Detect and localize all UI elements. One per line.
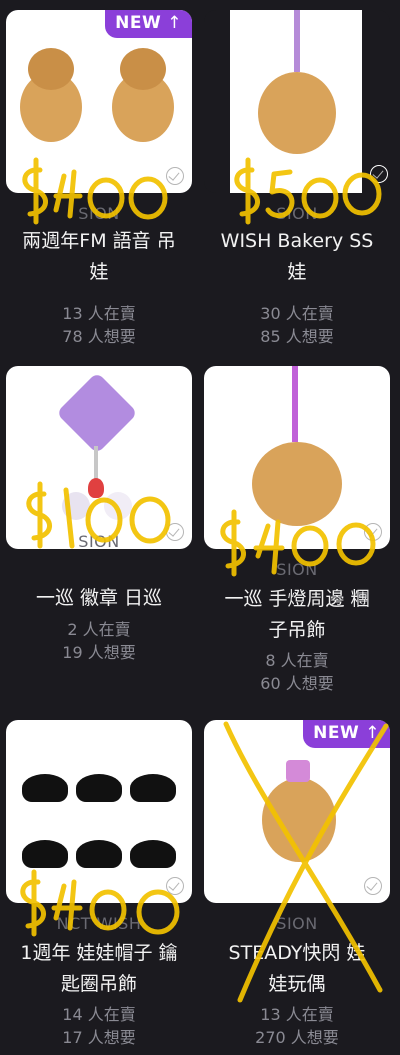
button-pin-image <box>62 492 90 520</box>
product-card[interactable]: NCT WISH 1週年 娃娃帽子 鑰 匙圈吊飾 14 人在賣 17 人想要 <box>6 720 192 1050</box>
wanted-count: 85 人想要 <box>260 327 334 346</box>
check-circle-icon[interactable] <box>166 167 184 185</box>
product-card[interactable]: SION WISH Bakery SS 娃 30 人在賣 85 人想要 <box>204 10 390 350</box>
product-title-line-1: STEADY快閃 娃 <box>228 942 366 964</box>
product-card[interactable]: SION 一巡 手燈周邊 糰 子吊飾 8 人在賣 60 人想要 <box>204 366 390 696</box>
plush-image <box>262 778 336 862</box>
product-card[interactable]: SION 一巡 徽章 日巡 2 人在賣 19 人想要 <box>6 366 192 676</box>
plush-image <box>120 48 166 90</box>
group-name: SION <box>276 914 318 933</box>
product-image[interactable] <box>6 720 192 903</box>
wanted-count: 270 人想要 <box>255 1028 339 1047</box>
group-name: SION <box>276 560 318 579</box>
check-circle-icon[interactable] <box>370 165 388 183</box>
product-title-line-2: 娃 <box>287 261 307 283</box>
product-title-line-1: 兩週年FM 語音 吊 <box>22 230 176 252</box>
wanted-count: 19 人想要 <box>62 643 136 662</box>
product-title-line-2: 子吊飾 <box>268 619 326 641</box>
product-image[interactable] <box>6 366 192 549</box>
plush-image <box>28 48 74 90</box>
strap-image <box>294 10 300 72</box>
flower-image <box>88 478 104 498</box>
strap-image <box>292 366 298 442</box>
hat-image <box>22 774 68 802</box>
plush-image <box>258 72 336 154</box>
product-title-line-2: 匙圈吊飾 <box>60 973 137 995</box>
product-title-line-1: 一巡 手燈周邊 糰 <box>224 588 370 610</box>
group-name: SION <box>78 204 120 223</box>
product-image[interactable] <box>204 366 390 549</box>
product-image[interactable] <box>204 10 390 193</box>
product-title-line-1: 一巡 徽章 日巡 <box>35 587 163 609</box>
wanted-count: 78 人想要 <box>62 327 136 346</box>
product-title-line-2: 娃玩偶 <box>268 973 326 995</box>
check-circle-icon[interactable] <box>364 523 382 541</box>
check-circle-icon[interactable] <box>166 877 184 895</box>
group-name: SION <box>276 204 318 223</box>
new-badge: NEW ↑ <box>303 720 390 748</box>
product-image[interactable]: NEW ↑ <box>204 720 390 903</box>
button-pin-image <box>104 492 132 520</box>
product-card[interactable]: NEW ↑ SION STEADY快閃 娃 娃玩偶 13 人在賣 270 人想要 <box>204 720 390 1050</box>
sellers-count: 30 人在賣 <box>260 304 334 323</box>
product-title-line-1: 1週年 娃娃帽子 鑰 <box>20 942 178 964</box>
hat-image <box>130 774 176 802</box>
crown-image <box>286 760 310 782</box>
sellers-count: 2 人在賣 <box>67 620 131 639</box>
product-image[interactable]: NEW ↑ <box>6 10 192 193</box>
badge-image <box>55 371 139 455</box>
sellers-count: 14 人在賣 <box>62 1005 136 1024</box>
wanted-count: 60 人想要 <box>260 674 334 693</box>
sellers-count: 13 人在賣 <box>62 304 136 323</box>
plush-image <box>252 442 342 526</box>
product-title-line-2: 娃 <box>89 261 109 283</box>
hat-image <box>76 774 122 802</box>
hat-image <box>76 840 122 868</box>
chain-image <box>94 446 98 482</box>
product-title-line-1: WISH Bakery SS <box>220 230 374 252</box>
hat-image <box>130 840 176 868</box>
check-circle-icon[interactable] <box>364 877 382 895</box>
sellers-count: 8 人在賣 <box>265 651 329 670</box>
hat-image <box>22 840 68 868</box>
group-name: SION <box>78 532 120 551</box>
new-badge: NEW ↑ <box>105 10 192 38</box>
product-card[interactable]: NEW ↑ SION 兩週年FM 語音 吊 娃 13 人在賣 78 人想要 <box>6 10 192 350</box>
sellers-count: 13 人在賣 <box>260 1005 334 1024</box>
group-name: NCT WISH <box>56 914 142 933</box>
wanted-count: 17 人想要 <box>62 1028 136 1047</box>
